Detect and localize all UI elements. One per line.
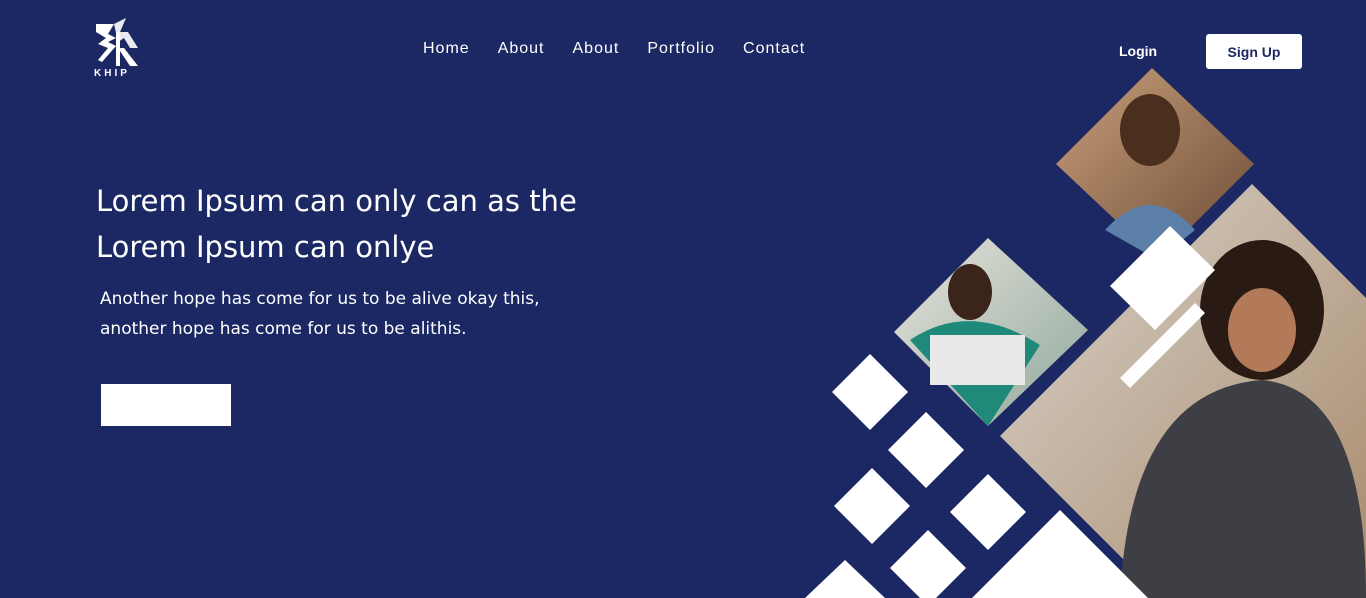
hero-title: Lorem Ipsum can only can as the Lorem Ip… — [96, 184, 577, 264]
hero-subtitle: Another hope has come for us to be alive… — [100, 289, 540, 339]
nav-link-portfolio[interactable]: Portfolio — [647, 40, 715, 58]
nav-link-about-2[interactable]: About — [573, 40, 620, 58]
logo-text: KHIP — [94, 68, 130, 79]
hero-cta-button[interactable] — [101, 384, 231, 426]
login-link[interactable]: Login — [1119, 43, 1157, 59]
nav-link-contact[interactable]: Contact — [743, 40, 805, 58]
nav-link-about[interactable]: About — [498, 40, 545, 58]
brand-logo[interactable]: KHIP — [94, 18, 142, 84]
hero-photo-collage — [805, 68, 1366, 598]
logo-mark-icon — [96, 18, 138, 66]
nav-link-home[interactable]: Home — [423, 40, 470, 58]
main-nav: Home About About Portfolio Contact — [423, 40, 805, 58]
signup-button-label: Sign Up — [1227, 43, 1281, 60]
